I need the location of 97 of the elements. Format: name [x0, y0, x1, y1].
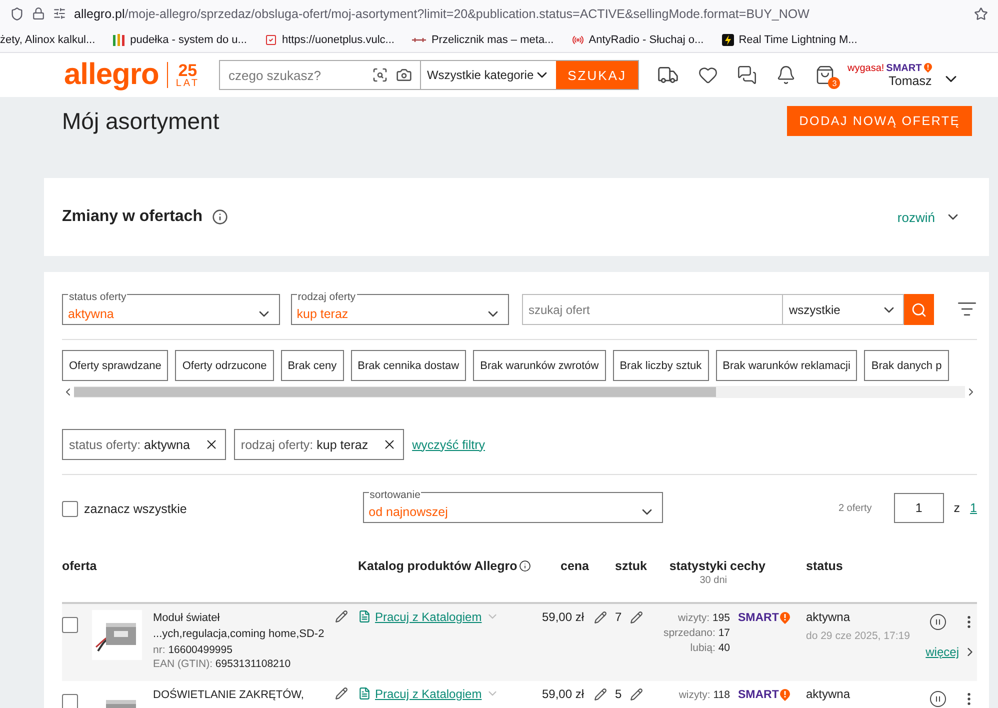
column-header: status: [805, 559, 843, 573]
row-checkbox[interactable]: [62, 617, 78, 633]
search-icon: [911, 302, 927, 318]
smart-label: SMART: [886, 62, 922, 74]
offer-ean: EAN (GTIN): 6953131108210: [153, 658, 292, 670]
filter-select[interactable]: rodzaj oferty kup teraz: [290, 287, 508, 325]
product-photo: [92, 610, 142, 660]
column-header: sztuk: [615, 559, 647, 573]
status-text: aktywna: [806, 610, 852, 624]
offer-title[interactable]: DOŚWIETLANIE ZAKRĘTÓW,: [153, 687, 327, 703]
expiry-notice: wygasa!: [847, 62, 884, 74]
heart-icon[interactable]: [698, 65, 718, 85]
price: 59,00 zł: [542, 610, 584, 624]
quick-filter-button[interactable]: Oferty odrzucone: [175, 350, 274, 381]
status-text: aktywna: [806, 687, 852, 701]
scope-select[interactable]: wszystkie: [783, 294, 904, 325]
bag-icon[interactable]: [815, 65, 836, 85]
column-header: Katalog produktów Allegro: [358, 559, 518, 573]
quantity: 7: [615, 610, 622, 624]
alert-badge-icon: [780, 689, 790, 701]
filter-select[interactable]: status oferty aktywna: [62, 287, 280, 325]
quantity: 5: [615, 687, 622, 701]
column-header: oferta: [62, 559, 97, 573]
column-header: cena: [560, 559, 589, 573]
page-number-field[interactable]: 1: [894, 493, 944, 523]
info-icon[interactable]: [212, 209, 228, 225]
pencil-icon[interactable]: [594, 610, 607, 624]
pause-icon[interactable]: [929, 613, 947, 631]
catalog-link[interactable]: Pracuj z Katalogiem: [375, 687, 482, 701]
pencil-icon[interactable]: [594, 688, 607, 700]
bookmark[interactable]: pudełka - system do u...: [130, 34, 247, 46]
pencil-icon[interactable]: [335, 610, 348, 623]
stat-line: sprzedano: 17: [663, 627, 730, 639]
offer-title[interactable]: Moduł świateł ...ych,regulacja,coming home,SD-2: [153, 610, 327, 642]
column-header: statystyki: [669, 559, 727, 573]
row-checkbox[interactable]: [62, 694, 78, 708]
filter-chip-label: status oferty: aktywna: [69, 438, 190, 452]
quick-filter-button[interactable]: Brak liczby sztuk: [612, 350, 709, 381]
stats-period: 30 dni: [700, 575, 727, 586]
page-total-link[interactable]: 1: [970, 501, 977, 515]
clear-filters-link[interactable]: wyczyść filtry: [412, 438, 485, 452]
lock-icon[interactable]: [32, 7, 45, 20]
section-title: Zmiany w ofertach: [62, 208, 202, 226]
quick-filter-button[interactable]: Brak warunków reklamacji: [716, 350, 858, 381]
cart-count-badge: 3: [828, 77, 840, 89]
bell-icon[interactable]: [776, 65, 796, 85]
quick-filter-button[interactable]: Brak danych p: [864, 350, 949, 381]
quick-filter-button[interactable]: Oferty sprawdzane: [62, 350, 168, 381]
quick-filter-button[interactable]: Brak warunków zwrotów: [473, 350, 606, 381]
scale-icon: [412, 36, 426, 44]
quick-filter-button[interactable]: Brak ceny: [280, 350, 344, 381]
document-icon: [358, 610, 371, 623]
radio-icon: [572, 34, 584, 46]
smart-label: SMART: [738, 689, 779, 701]
alert-badge-icon: [924, 63, 932, 73]
chat-icon[interactable]: [737, 65, 758, 85]
price: 59,00 zł: [542, 687, 584, 701]
catalog-link[interactable]: Pracuj z Katalogiem: [375, 610, 482, 624]
truck-icon[interactable]: [657, 64, 680, 86]
user-name[interactable]: Tomasz: [888, 74, 932, 88]
bookmark[interactable]: Real Time Lightning M...: [738, 34, 858, 46]
lightning-icon: [722, 34, 734, 46]
document-icon: [358, 687, 371, 700]
bookmark[interactable]: AntyRadio - Słuchaj o...: [588, 34, 704, 46]
star-icon[interactable]: [974, 6, 988, 20]
smart-label: SMART: [738, 612, 779, 624]
offer-count: 2 oferty: [838, 502, 872, 514]
stat-line: wizyty: 118: [678, 689, 730, 701]
search-button[interactable]: [904, 294, 934, 325]
status-date: do 29 cze 2025, 17:19: [806, 630, 910, 642]
sort-select[interactable]: sortowanie od najnowszej: [362, 485, 663, 523]
column-header: cechy: [730, 559, 766, 573]
page-of-label: z: [954, 501, 960, 515]
select-all-label: zaznacz wszystkie: [84, 502, 187, 516]
offer-number: nr: 16600499995: [153, 644, 234, 656]
stat-line: lubią: 40: [690, 642, 730, 654]
bookmark[interactable]: https://uonetplus.vulc...: [282, 34, 394, 46]
offer-search-field[interactable]: szukaj ofert: [522, 294, 783, 325]
bookmark[interactable]: Przelicznik mas – meta...: [431, 34, 554, 46]
shield-icon[interactable]: [10, 6, 24, 20]
more-link[interactable]: więcej: [926, 645, 977, 659]
select-all-checkbox[interactable]: [62, 501, 78, 517]
pencil-icon[interactable]: [335, 687, 348, 700]
pause-icon[interactable]: [929, 690, 947, 708]
alert-badge-icon: [780, 612, 790, 624]
checkbox-icon: [264, 34, 277, 46]
sliders-icon[interactable]: [53, 7, 66, 20]
info-icon[interactable]: [519, 560, 532, 572]
stat-line: wizyty: 195: [678, 612, 730, 624]
colored-bars-icon: [113, 34, 126, 46]
bookmark[interactable]: żety, Alinox kalkul...: [0, 34, 96, 46]
expand-link[interactable]: rozwiń: [897, 209, 961, 225]
pencil-icon[interactable]: [630, 610, 643, 624]
pencil-icon[interactable]: [630, 688, 643, 700]
quick-filter-button[interactable]: Brak cennika dostaw: [350, 350, 466, 381]
page-title: Mój asortyment: [62, 108, 220, 134]
filter-chip-label: rodzaj oferty: kup teraz: [240, 438, 368, 452]
